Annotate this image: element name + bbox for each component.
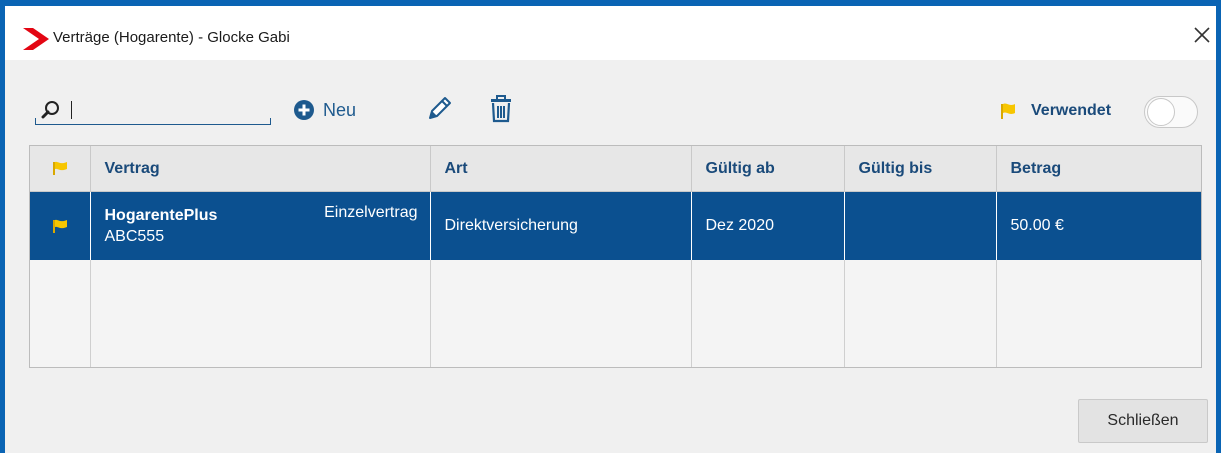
cell-art: Direktversicherung (430, 191, 692, 260)
contracts-table: Vertrag Art Gültig ab Gültig bis Betrag (29, 145, 1202, 368)
table-header-row: Vertrag Art Gültig ab Gültig bis Betrag (30, 146, 1201, 192)
empty-cell (996, 260, 1201, 367)
filter-label: Verwendet (1031, 102, 1112, 119)
contract-type: Einzelvertrag (324, 204, 418, 221)
empty-table-area (30, 260, 1201, 367)
new-button[interactable]: Neu (293, 96, 356, 124)
column-header-gueltig-bis[interactable]: Gültig bis (844, 146, 997, 192)
flag-icon (1001, 103, 1015, 119)
cell-betrag: 50.00 € (996, 191, 1201, 260)
toggle-knob (1147, 98, 1175, 126)
trash-icon[interactable] (486, 94, 516, 124)
empty-cell (90, 260, 431, 367)
app-logo-icon (23, 28, 49, 50)
window-title: Verträge (Hogarente) - Glocke Gabi (53, 29, 290, 46)
text-caret (71, 101, 72, 119)
title-bar: Verträge (Hogarente) - Glocke Gabi (5, 6, 1216, 60)
close-button[interactable]: Schließen (1078, 399, 1208, 443)
flag-icon (52, 162, 67, 176)
search-icon (41, 101, 59, 119)
close-icon[interactable] (1190, 23, 1214, 47)
plus-circle-icon (294, 100, 314, 120)
column-header-betrag[interactable]: Betrag (996, 146, 1201, 192)
column-header-flag[interactable] (30, 146, 91, 192)
empty-cell (30, 260, 91, 367)
empty-cell (430, 260, 692, 367)
verwendet-toggle[interactable] (1144, 96, 1198, 128)
contract-number: ABC555 (104, 227, 165, 245)
dialog-window: Verträge (Hogarente) - Glocke Gabi Neu V… (0, 0, 1221, 453)
row-flag-cell (30, 191, 91, 260)
new-button-label: Neu (323, 99, 357, 120)
column-header-vertrag[interactable]: Vertrag (90, 146, 431, 192)
column-header-art[interactable]: Art (430, 146, 692, 192)
search-input[interactable] (75, 98, 269, 124)
pencil-icon[interactable] (424, 94, 454, 124)
toolbar: Neu Verwendet (5, 60, 1216, 140)
empty-cell (691, 260, 845, 367)
table-row[interactable]: HogarentePlus ABC555 Einzelvertrag Direk… (30, 191, 1201, 260)
flag-icon (52, 219, 67, 233)
cell-gueltig-bis (844, 191, 997, 260)
empty-cell (844, 260, 997, 367)
search-box[interactable] (35, 98, 271, 125)
cell-gueltig-ab: Dez 2020 (691, 191, 845, 260)
cell-vertrag: HogarentePlus ABC555 Einzelvertrag (90, 191, 431, 260)
column-header-gueltig-ab[interactable]: Gültig ab (691, 146, 845, 192)
